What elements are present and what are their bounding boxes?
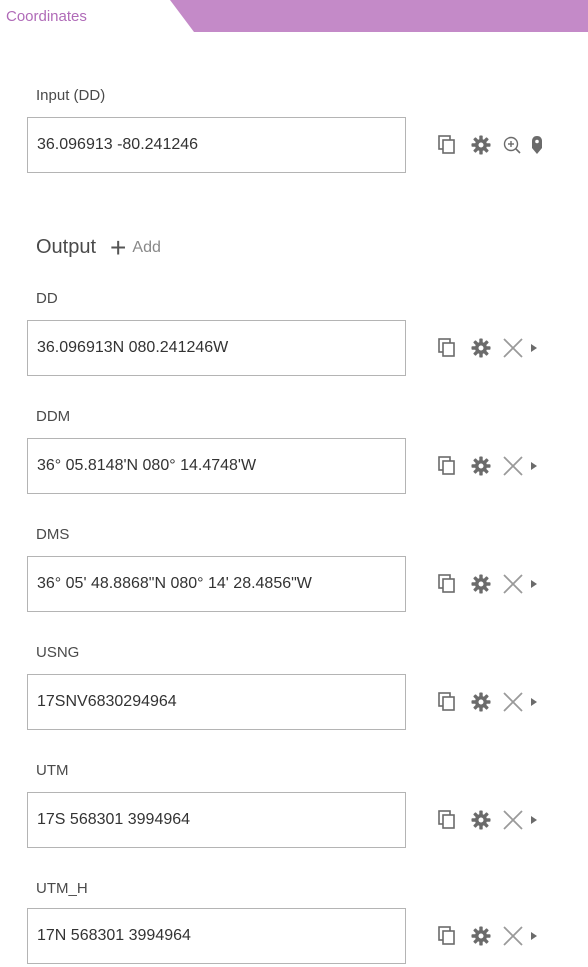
copy-icon[interactable] — [434, 574, 460, 594]
map-pin-icon[interactable] — [528, 135, 546, 155]
gear-icon[interactable] — [468, 926, 494, 946]
close-icon[interactable] — [500, 809, 526, 831]
copy-icon[interactable] — [434, 926, 460, 946]
output-field-dms[interactable] — [28, 557, 405, 611]
output-field-ddm[interactable] — [28, 439, 405, 493]
tab-bar-accent — [170, 0, 588, 32]
output-field-utm-h[interactable] — [28, 909, 405, 963]
output-label-dms: DMS — [36, 526, 70, 543]
add-output-button[interactable]: + Add — [110, 231, 161, 263]
close-icon[interactable] — [500, 925, 526, 947]
output-label-usng: USNG — [36, 644, 80, 661]
tab-coordinates[interactable]: Coordinates — [0, 0, 176, 33]
caret-right-icon[interactable] — [528, 697, 540, 707]
copy-icon[interactable] — [434, 692, 460, 712]
output-toolbar-utm — [434, 808, 540, 832]
output-field-usng[interactable] — [28, 675, 405, 729]
add-output-label: Add — [132, 238, 161, 256]
output-toolbar-usng — [434, 690, 540, 714]
copy-icon[interactable] — [434, 135, 460, 155]
output-box-dms[interactable] — [27, 556, 406, 612]
copy-icon[interactable] — [434, 456, 460, 476]
gear-icon[interactable] — [468, 810, 494, 830]
output-label-utm-h: UTM_H — [36, 880, 88, 897]
output-toolbar-dd — [434, 336, 540, 360]
close-icon[interactable] — [500, 455, 526, 477]
output-heading-label: Output — [36, 236, 97, 258]
gear-icon[interactable] — [468, 456, 494, 476]
caret-right-icon[interactable] — [528, 931, 540, 941]
gear-icon[interactable] — [468, 574, 494, 594]
input-coordinate-box[interactable] — [27, 117, 406, 173]
output-box-ddm[interactable] — [27, 438, 406, 494]
output-box-utm[interactable] — [27, 792, 406, 848]
copy-icon[interactable] — [434, 810, 460, 830]
output-label-utm: UTM — [36, 762, 69, 779]
output-heading: Output + Add — [36, 231, 161, 263]
output-field-dd[interactable] — [28, 321, 405, 375]
zoom-in-icon[interactable] — [500, 135, 524, 155]
output-toolbar-ddm — [434, 454, 540, 478]
gear-icon[interactable] — [468, 338, 494, 358]
output-toolbar-dms — [434, 572, 540, 596]
output-toolbar-utm-h — [434, 924, 540, 948]
close-icon[interactable] — [500, 573, 526, 595]
output-label-dd: DD — [36, 290, 58, 307]
input-toolbar — [434, 133, 546, 157]
output-box-usng[interactable] — [27, 674, 406, 730]
gear-icon[interactable] — [468, 135, 494, 155]
caret-right-icon[interactable] — [528, 579, 540, 589]
input-coordinate-field[interactable] — [28, 118, 405, 172]
output-box-utm-h[interactable] — [27, 908, 406, 964]
caret-right-icon[interactable] — [528, 343, 540, 353]
close-icon[interactable] — [500, 691, 526, 713]
close-icon[interactable] — [500, 337, 526, 359]
gear-icon[interactable] — [468, 692, 494, 712]
output-box-dd[interactable] — [27, 320, 406, 376]
output-field-utm[interactable] — [28, 793, 405, 847]
input-label: Input (DD) — [36, 87, 106, 104]
copy-icon[interactable] — [434, 338, 460, 358]
tab-strip: Coordinates — [0, 0, 588, 33]
caret-right-icon[interactable] — [528, 461, 540, 471]
output-label-ddm: DDM — [36, 408, 71, 425]
plus-icon: + — [110, 231, 127, 263]
tab-coordinates-label: Coordinates — [6, 8, 87, 25]
caret-right-icon[interactable] — [528, 815, 540, 825]
